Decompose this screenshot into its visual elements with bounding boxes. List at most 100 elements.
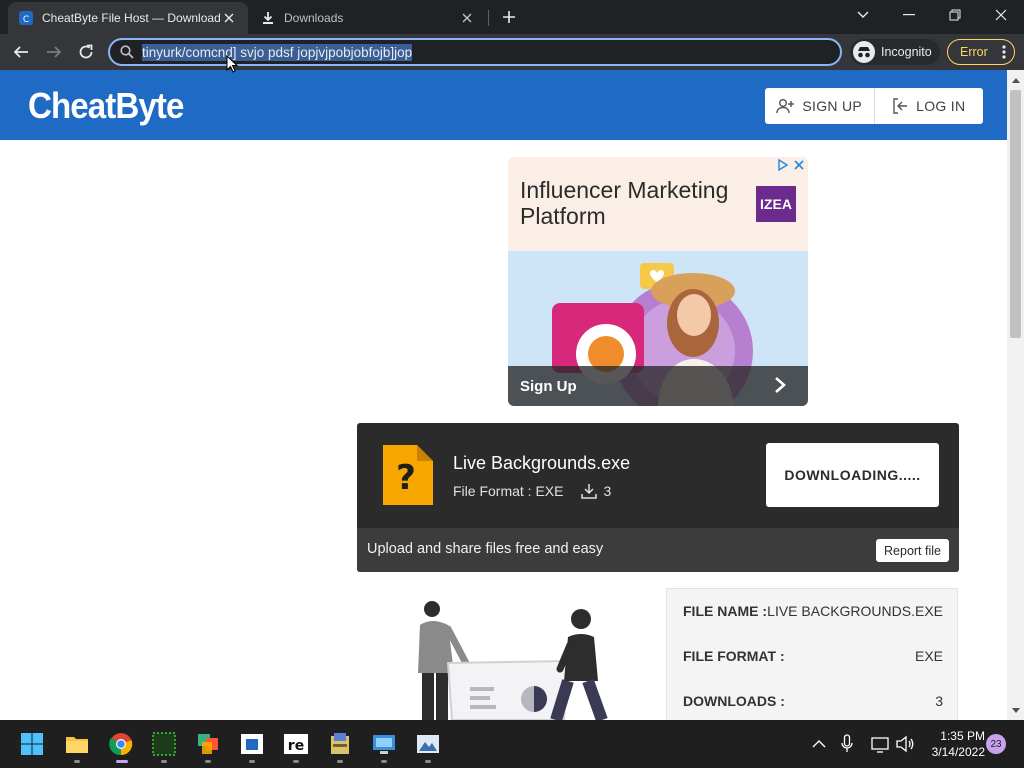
arrow-right-icon [47,46,62,58]
ad-choices[interactable] [778,159,804,171]
new-tab-button[interactable] [498,6,520,28]
site-header: CheatByte SIGN UP LOG IN [0,70,1007,140]
close-ad-icon [794,160,804,170]
download-count: 3 [581,483,611,499]
file-details-panel: FILE NAME : LIVE BACKGROUNDS.EXE FILE FO… [666,588,958,720]
detail-value: LIVE BACKGROUNDS.EXE [767,603,943,619]
taskbar-indicator [293,760,299,763]
detail-row-file-format: FILE FORMAT : EXE [683,648,943,664]
svg-text:re: re [288,738,304,754]
system-clock[interactable]: 1:35 PM 3/14/2022 [925,728,985,760]
minimize-icon [903,14,915,16]
ad-cta-bar[interactable]: Sign Up [508,366,808,406]
tab-title: Downloads [284,11,344,25]
file-explorer-icon[interactable] [65,732,89,756]
play-icon [778,159,788,171]
more-vert-icon[interactable] [1002,44,1006,60]
scroll-up-arrow-icon[interactable] [1007,72,1024,88]
microphone-icon[interactable] [840,734,854,754]
file-meta: File Format : EXE 3 [453,483,611,499]
clock-date: 3/14/2022 [931,745,985,759]
site-favicon-icon: C [18,10,34,26]
incognito-icon [853,41,875,63]
taskbar-indicator [249,760,255,763]
network-icon[interactable] [870,734,890,754]
taskbar-indicator [205,760,211,763]
chrome-icon[interactable] [109,732,133,756]
error-chip[interactable]: Error [947,39,1015,65]
ad-headline: Influencer Marketing Platform [520,177,729,229]
image-viewer-icon[interactable] [416,732,440,756]
svg-text:C: C [23,15,29,25]
address-bar-url[interactable]: tinyurk/comcnd] svjo pdsf jopjvjpobjobfo… [142,43,413,61]
log-in-button[interactable]: LOG IN [873,88,984,124]
close-window-button[interactable] [978,0,1024,30]
monitor-app-icon[interactable] [372,732,396,756]
unknown-file-icon: ? [383,445,433,505]
scrollbar-thumb[interactable] [1010,90,1021,338]
download-card: ? Live Backgrounds.exe File Format : EXE… [357,423,959,572]
detail-key: DOWNLOADS : [683,693,785,709]
taskbar-indicator [74,760,80,763]
close-tab-icon[interactable] [220,9,238,27]
detail-key: FILE FORMAT : [683,648,785,664]
download-count-value: 3 [603,483,612,499]
address-bar[interactable]: tinyurk/comcnd] svjo pdsf jopjvjpobjobfo… [108,38,842,66]
file-name: Live Backgrounds.exe [453,453,631,473]
advertisement[interactable]: Influencer Marketing Platform IZEA Sign … [508,157,808,406]
detail-key: FILE NAME : [683,603,767,619]
download-icon [260,10,276,26]
page-scrollbar[interactable] [1007,70,1024,720]
taskbar-indicator-active [116,760,128,763]
close-tab-icon[interactable] [458,9,476,27]
notification-badge[interactable]: 23 [986,734,1006,754]
tab-downloads[interactable]: Downloads [250,2,486,34]
window-app-icon[interactable] [240,732,264,756]
reload-button[interactable] [72,38,100,66]
svg-text:?: ? [396,458,416,498]
tab-search-button[interactable] [840,0,886,30]
tagline: Upload and share files free and easy [367,541,604,557]
reload-icon [79,44,93,59]
windows-start-icon[interactable] [20,732,44,756]
download-button[interactable]: DOWNLOADING..... [766,443,939,507]
chevron-up-icon[interactable] [812,734,826,754]
report-file-button[interactable]: Report file [876,539,949,562]
minimize-button[interactable] [886,0,932,30]
incognito-profile-button[interactable]: Incognito [850,39,940,65]
taskbar-indicator [161,760,167,763]
download-count-icon [581,484,598,499]
profile-label: Incognito [881,45,932,59]
re-app-icon[interactable]: re [284,732,308,756]
taskbar: re 1:35 PM 3/14/2022 23 [0,720,1024,768]
auth-buttons: SIGN UP LOG IN [765,88,983,124]
installer-app-icon[interactable] [328,732,352,756]
volume-icon[interactable] [895,734,915,754]
chevron-right-icon [775,377,786,393]
tab-title: CheatByte File Host — Download [42,11,220,25]
taskbar-indicator [337,760,343,763]
restore-button[interactable] [932,0,978,30]
site-logo[interactable]: CheatByte [28,85,184,127]
download-card-footer: Upload and share files free and easy Rep… [357,528,959,572]
restore-icon [949,9,961,21]
back-button[interactable] [7,38,35,66]
terminal-app-icon[interactable] [152,732,176,756]
search-icon [120,45,134,59]
sign-up-label: SIGN UP [802,98,863,114]
tab-separator [488,10,489,26]
browser-toolbar: tinyurk/comcnd] svjo pdsf jopjvjpobjobfo… [0,34,1024,70]
tab-strip: C CheatByte File Host — Download Downloa… [0,0,1024,34]
colorful-app-icon[interactable] [196,732,220,756]
scroll-down-arrow-icon[interactable] [1007,702,1024,718]
add-user-icon [776,99,795,114]
mouse-cursor-icon [226,55,238,73]
arrow-left-icon [13,46,28,58]
tab-cheatbyte[interactable]: C CheatByte File Host — Download [8,2,248,34]
ad-brand-logo: IZEA [756,186,796,222]
plus-icon [503,11,515,23]
forward-button[interactable] [40,38,68,66]
sign-up-button[interactable]: SIGN UP [765,88,874,124]
close-icon [995,9,1007,21]
log-in-label: LOG IN [916,98,966,114]
